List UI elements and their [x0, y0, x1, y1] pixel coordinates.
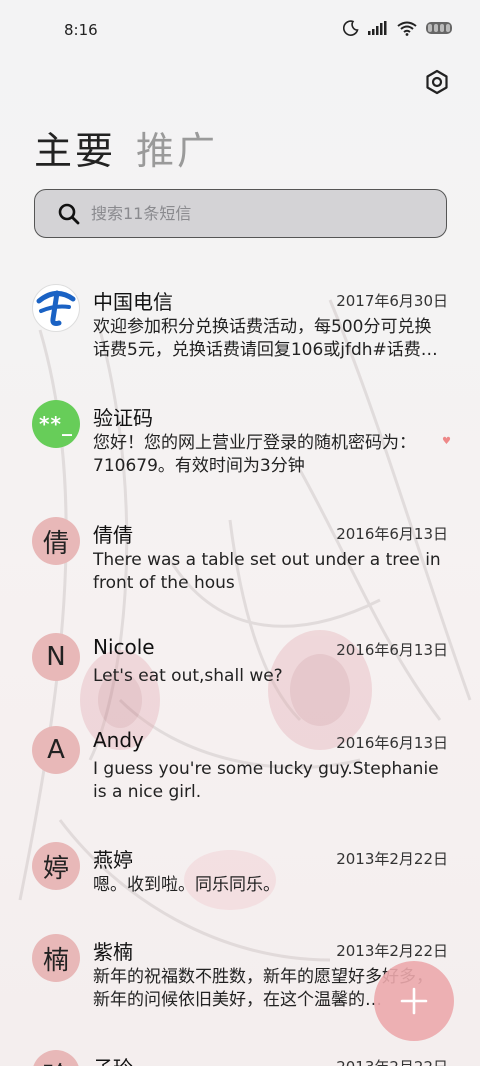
message-sender: 验证码 [93, 406, 153, 430]
telecom-logo-icon [34, 286, 78, 330]
message-sender: 燕婷 [93, 848, 133, 872]
status-bar: 8:16 [0, 0, 480, 62]
message-preview: There was a table set out under a tree i… [93, 550, 441, 593]
message-date: 2016年6月13日 [336, 525, 448, 543]
message-preview: 嗯。收到啦。同乐同乐。 [93, 875, 280, 895]
telecom-logo-avatar [32, 284, 80, 332]
message-preview: 欢迎参加积分兑换话费活动，每500分可兑换话费5元，兑换话费请回复106或jfd… [93, 317, 438, 360]
message-preview: Let's eat out,shall we? [93, 666, 283, 686]
avatar: 婷 [32, 842, 80, 890]
tab-primary[interactable]: 主要 [34, 120, 116, 175]
message-sender: 中国电信 [93, 290, 173, 314]
message-sender: 紫楠 [93, 940, 133, 964]
signal-icon [368, 21, 387, 35]
battery-icon [426, 22, 452, 34]
clock: 8:16 [64, 21, 98, 39]
message-date: 2016年6月13日 [336, 734, 448, 752]
message-date: 2013年2月22日 [336, 850, 448, 868]
avatar: A [32, 726, 80, 774]
tab-promotions[interactable]: 推广 [136, 120, 218, 175]
search-icon [58, 203, 80, 224]
message-date: 2017年6月30日 [336, 292, 448, 310]
message-sender: Andy [93, 728, 144, 752]
message-preview: 您好！您的网上营业厅登录的随机密码为：710679。有效时间为3分钟 [93, 433, 416, 476]
search-input[interactable] [91, 204, 411, 223]
message-date: 2016年6月13日 [336, 641, 448, 659]
plus-icon [400, 987, 428, 1015]
avatar: 楠 [32, 934, 80, 982]
message-sender: 子玲 [93, 1052, 133, 1066]
avatar: N [32, 633, 80, 681]
search-bar[interactable] [34, 189, 447, 238]
settings-icon [426, 69, 448, 95]
message-preview: I guess you're some lucky guy.Stephanie … [93, 759, 439, 802]
avatar: **_ [32, 400, 80, 448]
compose-button[interactable] [374, 961, 454, 1041]
heart-icon: ♥ [442, 436, 451, 447]
status-icons [343, 20, 452, 36]
message-date: 2013年2月22日 [336, 942, 448, 960]
message-sender: Nicole [93, 635, 155, 659]
wifi-icon [397, 21, 417, 36]
message-sender: 倩倩 [93, 523, 133, 547]
message-date: 2013年2月22日 [336, 1056, 448, 1066]
moon-icon [343, 20, 359, 36]
avatar: 玲 [32, 1050, 80, 1066]
settings-button[interactable] [421, 66, 453, 98]
tab-bar: 主要 推广 [34, 120, 218, 175]
avatar: 倩 [32, 517, 80, 565]
